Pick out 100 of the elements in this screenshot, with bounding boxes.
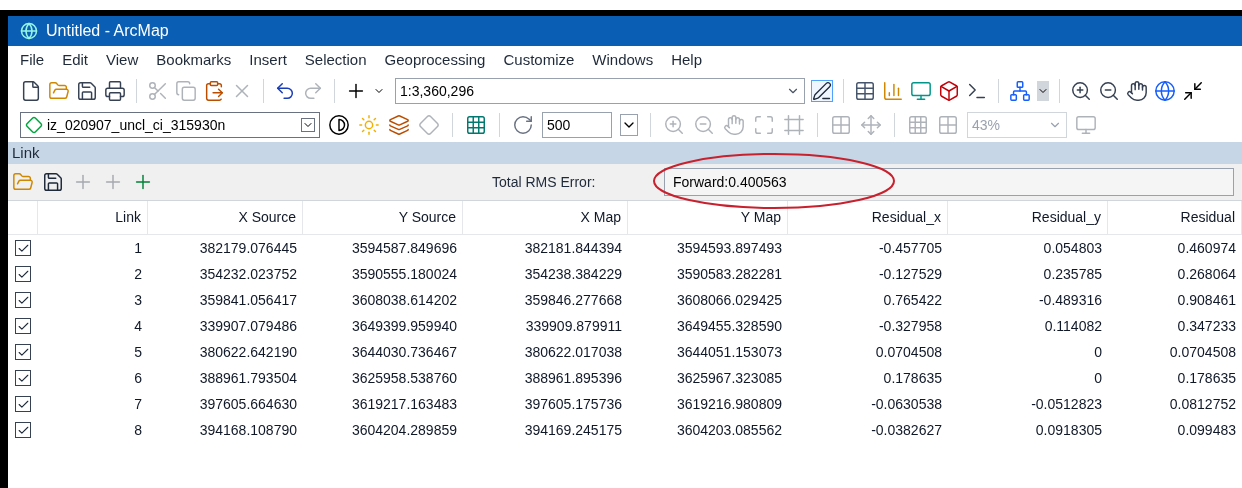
menu-item[interactable]: Geoprocessing	[384, 48, 486, 72]
column-header[interactable]: Y Source	[398, 207, 456, 228]
menu-item[interactable]: Customize	[503, 48, 575, 72]
table-icon[interactable]	[854, 80, 876, 102]
table-cell: 388961.895396	[524, 369, 622, 386]
table-cell: 3604203.085562	[676, 421, 782, 438]
rms-label: Total RMS Error:	[492, 172, 597, 192]
table-cell: 359846.277668	[524, 291, 622, 308]
rms-field: Forward:0.400563	[664, 168, 1234, 196]
column-header[interactable]: Residual_x	[871, 207, 941, 228]
pan-icon[interactable]	[1126, 80, 1148, 102]
globe-icon[interactable]	[1154, 80, 1176, 102]
table-cell: 0.0704508	[875, 343, 942, 360]
menu-item[interactable]: Insert	[249, 48, 287, 72]
row-checkbox[interactable]	[15, 292, 31, 308]
save-icon[interactable]	[76, 80, 98, 102]
table-cell: 3649455.328590	[676, 317, 782, 334]
table-cell: 382179.076445	[199, 239, 297, 256]
table-cell: 0	[1094, 343, 1102, 360]
table-cell: 2	[134, 265, 142, 282]
table-cell: 3644030.736467	[351, 343, 457, 360]
table-cell: 5	[134, 343, 142, 360]
layers-icon[interactable]	[388, 114, 410, 136]
column-header[interactable]: Residual	[1180, 207, 1235, 228]
layer-dropdown[interactable]: iz_020907_uncl_ci_315930n	[20, 112, 320, 138]
table-cell: -0.0512823	[1031, 395, 1102, 412]
row-checkbox[interactable]	[15, 318, 31, 334]
table-cell: 0.908461	[1177, 291, 1236, 308]
open-folder-icon[interactable]	[12, 171, 34, 193]
table-cell: 3	[134, 291, 142, 308]
table-cell: 0	[1094, 369, 1102, 386]
table-cell: 3594593.897493	[676, 239, 782, 256]
undo-icon[interactable]	[274, 80, 296, 102]
chart-window-icon[interactable]	[882, 80, 904, 102]
save-icon[interactable]	[42, 171, 64, 193]
table-cell: 394168.108790	[199, 421, 297, 438]
table-cell: 3619217.163483	[351, 395, 457, 412]
menu-item[interactable]: Windows	[592, 48, 654, 72]
table-cell: 382181.844394	[524, 239, 622, 256]
table-cell: 3594587.849696	[351, 239, 457, 256]
table-cell: 397605.175736	[524, 395, 622, 412]
table-cell: 7	[134, 395, 142, 412]
open-folder-icon[interactable]	[48, 80, 70, 102]
table-cell: 0.235785	[1043, 265, 1102, 282]
table-cell: 3604204.289859	[351, 421, 457, 438]
row-checkbox[interactable]	[15, 396, 31, 412]
column-header[interactable]: Residual_y	[1031, 207, 1101, 228]
contrast-icon[interactable]	[328, 114, 350, 136]
menu-item[interactable]: Bookmarks	[156, 48, 232, 72]
row-checkbox[interactable]	[15, 266, 31, 282]
zoom-out-icon[interactable]	[1098, 80, 1120, 102]
column-header[interactable]: X Map	[580, 207, 621, 228]
row-checkbox[interactable]	[15, 422, 31, 438]
row-checkbox[interactable]	[15, 370, 31, 386]
table-cell: 397605.664630	[199, 395, 297, 412]
menu-item[interactable]: Selection	[304, 48, 367, 72]
paste-icon[interactable]	[203, 80, 225, 102]
table-cell: 339907.079486	[199, 317, 297, 334]
scale-dropdown[interactable]: 1:3,360,296	[395, 78, 805, 104]
toolbar-options-icon[interactable]	[1037, 81, 1049, 101]
menu-item[interactable]: File	[20, 48, 45, 72]
raster-layer-icon	[25, 116, 43, 134]
column-header[interactable]: X Source	[238, 207, 296, 228]
menu-item[interactable]: Help	[671, 48, 703, 72]
table-cell: 0.099483	[1177, 421, 1236, 438]
table-cell: 0.178635	[883, 369, 942, 386]
table-cell: 339909.879911	[525, 317, 622, 334]
table-cell: -0.0382627	[871, 421, 942, 438]
table-cell: 0.0918305	[1035, 421, 1102, 438]
table-cell: 380622.642190	[199, 343, 297, 360]
rotate-icon[interactable]	[512, 114, 534, 136]
table-cell: 8	[134, 421, 142, 438]
table-cell: 0.178635	[1177, 369, 1236, 386]
column-header[interactable]: Link	[115, 207, 141, 228]
zoom-in-icon[interactable]	[1070, 80, 1092, 102]
table-cell: 1	[134, 239, 142, 256]
chevron-icon	[301, 118, 315, 132]
table-cell: 380622.017038	[524, 343, 622, 360]
table-cell: 3644051.153073	[676, 343, 782, 360]
table-cell: 388961.793504	[199, 369, 297, 386]
row-checkbox[interactable]	[15, 344, 31, 360]
table-cell: 0.0812752	[1169, 395, 1236, 412]
table-cell: -0.0630538	[871, 395, 942, 412]
menu-item[interactable]: View	[106, 48, 139, 72]
column-header[interactable]: Y Map	[740, 207, 781, 228]
editor-icon[interactable]	[811, 80, 833, 102]
table-cell: 4	[134, 317, 142, 334]
spinner-icon[interactable]	[620, 114, 638, 136]
table-cell: 359841.056417	[199, 291, 297, 308]
print-icon[interactable]	[104, 80, 126, 102]
table-cell: 0.347233	[1177, 317, 1236, 334]
table-cell: -0.489316	[1038, 291, 1102, 308]
row-checkbox[interactable]	[15, 240, 31, 256]
table-cell: 3619216.980809	[676, 395, 782, 412]
new-document-icon[interactable]	[20, 80, 42, 102]
rotation-field[interactable]: 500	[542, 112, 612, 138]
table-cell: 3649399.959940	[351, 317, 457, 334]
table-cell: 394169.245175	[524, 421, 622, 438]
menu-item[interactable]: Edit	[62, 48, 89, 72]
table-cell: 3608066.029425	[676, 291, 782, 308]
